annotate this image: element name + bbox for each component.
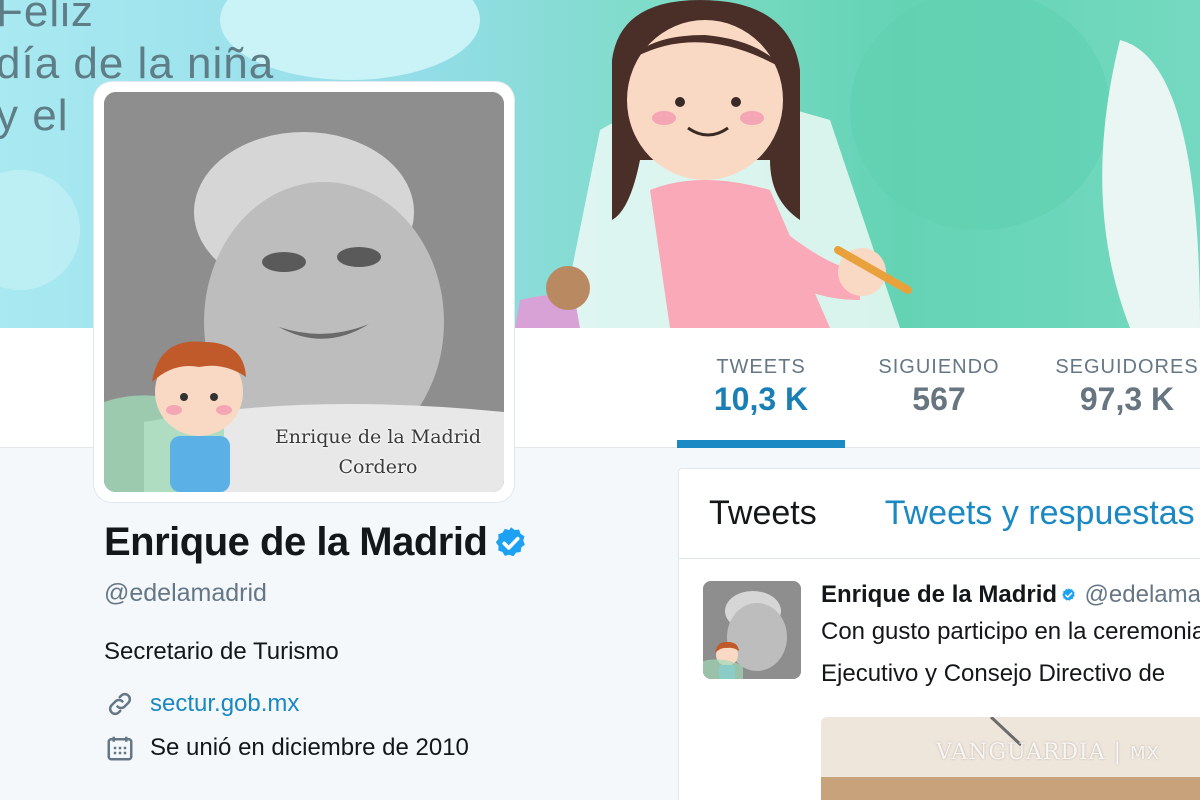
profile-name[interactable]: Enrique de la Madrid (104, 520, 488, 565)
stat-value: 97,3 K (1079, 381, 1175, 417)
profile-stats: TWEETS 10,3 K SIGUIENDO 567 SEGUIDORES 9… (677, 328, 1200, 448)
watermark-logo: VANGUARDIA | MX (936, 740, 1160, 765)
link-icon (104, 688, 136, 720)
avatar-image: Enrique de la Madrid Cordero (104, 92, 504, 492)
profile-avatar[interactable]: Enrique de la Madrid Cordero (94, 82, 514, 502)
name-row: Enrique de la Madrid (104, 520, 664, 565)
profile-joined-date: Se unió en diciembre de 2010 (150, 734, 469, 761)
stat-label: SIGUIENDO (878, 356, 1000, 378)
verified-badge-icon (1062, 588, 1075, 601)
tweet-avatar[interactable] (703, 581, 801, 679)
calendar-icon (104, 732, 136, 764)
stat-following[interactable]: SIGUIENDO 567 (845, 328, 1033, 448)
profile-website-row: sectur.gob.mx (104, 688, 664, 720)
tab-tweets[interactable]: Tweets (709, 494, 817, 533)
profile-website-link[interactable]: sectur.gob.mx (150, 690, 299, 718)
profile-handle[interactable]: @edelamadrid (104, 579, 664, 608)
avatar-caption: Enrique de la Madrid Cordero (254, 422, 502, 482)
tweet-header: Enrique de la Madrid @edelamadrid (821, 581, 1200, 609)
watermark-divider: | (1105, 740, 1131, 765)
verified-badge-icon (496, 526, 526, 556)
stat-tweets[interactable]: TWEETS 10,3 K (677, 328, 845, 448)
profile-joined-row: Se unió en diciembre de 2010 (104, 732, 664, 764)
stat-value: 567 (912, 381, 966, 417)
watermark-suffix: MX (1130, 743, 1160, 764)
tweet-text-line: Ejecutivo y Consejo Directivo de (821, 660, 1166, 687)
stat-label: TWEETS (716, 356, 806, 378)
avatar-caption-line: Cordero (338, 456, 418, 478)
avatar-caption-line: Enrique de la Madrid (274, 426, 482, 448)
profile-card: Enrique de la Madrid @edelamadrid Secret… (104, 520, 664, 764)
tweet-body: Enrique de la Madrid @edelamadrid Con gu… (821, 581, 1200, 693)
tweet-author-name[interactable]: Enrique de la Madrid (821, 581, 1057, 609)
watermark-brand: VANGUARDIA (936, 740, 1106, 765)
profile-bio: Secretario de Turismo (104, 638, 339, 665)
timeline-tabs: Tweets Tweets y respuestas (679, 469, 1200, 559)
stat-followers[interactable]: SEGUIDORES 97,3 K (1033, 328, 1200, 448)
tweet-avatar-photo (703, 581, 801, 679)
tab-tweets-and-replies[interactable]: Tweets y respuestas (885, 494, 1195, 533)
stat-value: 10,3 K (713, 381, 809, 417)
stat-label: SEGUIDORES (1055, 356, 1199, 378)
tweet-author-handle[interactable]: @edelamadrid (1085, 581, 1200, 609)
tweet-text-line: Con gusto participo en la ceremonia (821, 618, 1200, 645)
